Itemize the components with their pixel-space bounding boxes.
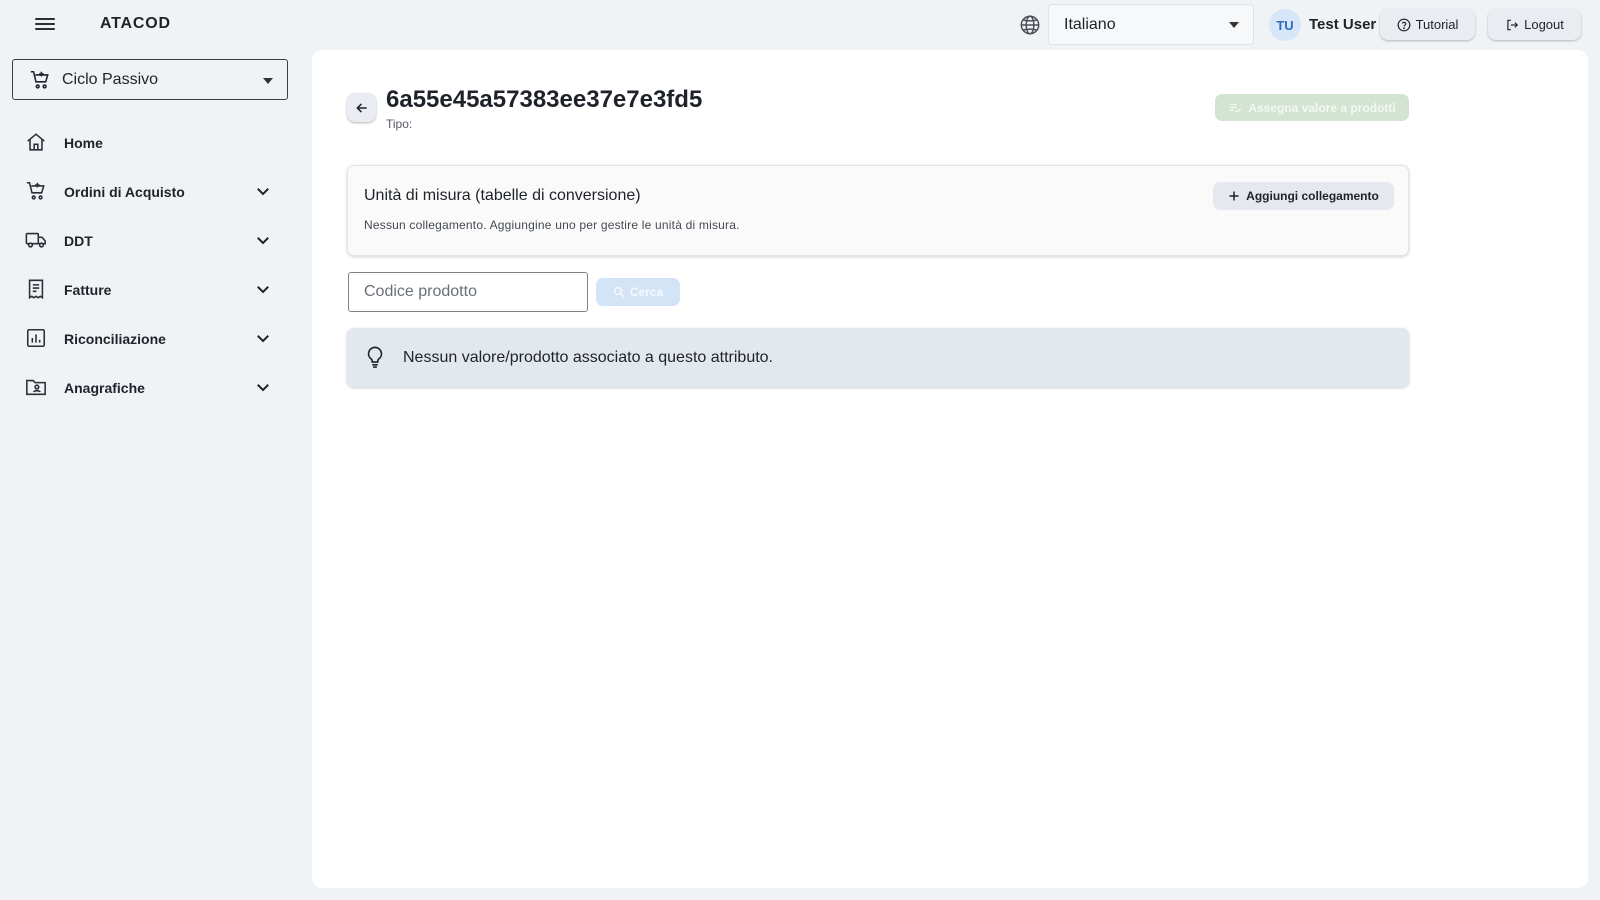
arrow-left-icon bbox=[355, 102, 367, 113]
language-select-value: Italiano bbox=[1064, 15, 1116, 33]
uom-card: Unità di misura (tabelle di conversione)… bbox=[347, 165, 1409, 256]
product-code-input[interactable] bbox=[348, 272, 588, 312]
add-link-label: Aggiungi collegamento bbox=[1246, 189, 1379, 203]
module-select-value: Ciclo Passivo bbox=[62, 70, 159, 88]
playlist-check-icon bbox=[1230, 103, 1242, 113]
sidebar-item-fatture[interactable]: Fatture bbox=[0, 265, 300, 314]
chevron-down-icon bbox=[257, 335, 269, 343]
menu-icon[interactable] bbox=[33, 15, 57, 35]
truck-icon bbox=[25, 232, 46, 248]
top-bar: ATACOD Italiano TU Test User Tutorial Lo… bbox=[0, 0, 1600, 50]
chevron-down-icon bbox=[257, 286, 269, 294]
sidebar-item-label: DDT bbox=[64, 232, 93, 249]
info-banner: Nessun valore/prodotto associato a quest… bbox=[347, 328, 1409, 387]
main-panel: 6a55e45a57383ee37e7e3fd5 Tipo: Assegna v… bbox=[312, 50, 1588, 888]
caret-down-icon bbox=[1229, 22, 1239, 28]
logout-label: Logout bbox=[1524, 17, 1564, 32]
back-button[interactable] bbox=[347, 93, 376, 122]
plus-icon bbox=[1229, 191, 1239, 201]
sidebar-item-ddt[interactable]: DDT bbox=[0, 216, 300, 265]
sidebar-item-label: Ordini di Acquisto bbox=[64, 183, 185, 200]
sidebar-nav: Home Ordini di Acquisto DDT Fatture Rico… bbox=[0, 118, 300, 412]
sidebar-item-label: Anagrafiche bbox=[64, 379, 145, 396]
cart-icon bbox=[30, 70, 49, 89]
chevron-down-icon bbox=[257, 384, 269, 392]
avatar[interactable]: TU bbox=[1269, 9, 1301, 41]
tutorial-button[interactable]: Tutorial bbox=[1380, 9, 1475, 40]
chevron-down-icon bbox=[257, 188, 269, 196]
uom-card-description: Nessun collegamento. Aggiungine uno per … bbox=[364, 218, 740, 232]
module-select[interactable]: Ciclo Passivo bbox=[12, 59, 288, 100]
uom-card-title: Unità di misura (tabelle di conversione) bbox=[364, 187, 641, 204]
search-icon bbox=[613, 286, 625, 298]
logout-button[interactable]: Logout bbox=[1488, 9, 1581, 40]
assign-values-label: Assegna valore a prodotti bbox=[1248, 100, 1396, 115]
caret-down-icon bbox=[263, 78, 273, 84]
app-brand: ATACOD bbox=[100, 15, 171, 32]
sidebar-item-label: Fatture bbox=[64, 281, 112, 298]
lightbulb-icon bbox=[367, 346, 383, 368]
contact-folder-icon bbox=[26, 379, 46, 396]
page-subtitle: Tipo: bbox=[386, 117, 413, 131]
info-message: Nessun valore/prodotto associato a quest… bbox=[403, 349, 773, 366]
user-name: Test User bbox=[1309, 16, 1377, 33]
sidebar-item-anagrafiche[interactable]: Anagrafiche bbox=[0, 363, 300, 412]
sidebar-item-riconciliazione[interactable]: Riconciliazione bbox=[0, 314, 300, 363]
search-button-label: Cerca bbox=[629, 285, 664, 299]
globe-icon bbox=[1020, 15, 1040, 35]
page-title: 6a55e45a57383ee37e7e3fd5 bbox=[386, 86, 703, 113]
search-button[interactable]: Cerca bbox=[596, 278, 680, 306]
tutorial-label: Tutorial bbox=[1415, 17, 1459, 32]
assign-values-button[interactable]: Assegna valore a prodotti bbox=[1215, 94, 1409, 121]
cart-icon bbox=[26, 181, 45, 200]
home-icon bbox=[27, 133, 45, 151]
sidebar-item-label: Riconciliazione bbox=[64, 330, 166, 347]
help-circle-icon bbox=[1397, 18, 1410, 31]
chevron-down-icon bbox=[257, 237, 269, 245]
sidebar-item-ordini-di-acquisto[interactable]: Ordini di Acquisto bbox=[0, 167, 300, 216]
analytics-icon bbox=[26, 328, 46, 348]
logout-icon bbox=[1507, 19, 1519, 30]
language-select[interactable]: Italiano bbox=[1048, 4, 1254, 45]
add-link-button[interactable]: Aggiungi collegamento bbox=[1213, 182, 1394, 210]
sidebar-item-label: Home bbox=[64, 134, 103, 151]
invoice-icon bbox=[28, 279, 44, 300]
sidebar-item-home[interactable]: Home bbox=[0, 118, 300, 167]
